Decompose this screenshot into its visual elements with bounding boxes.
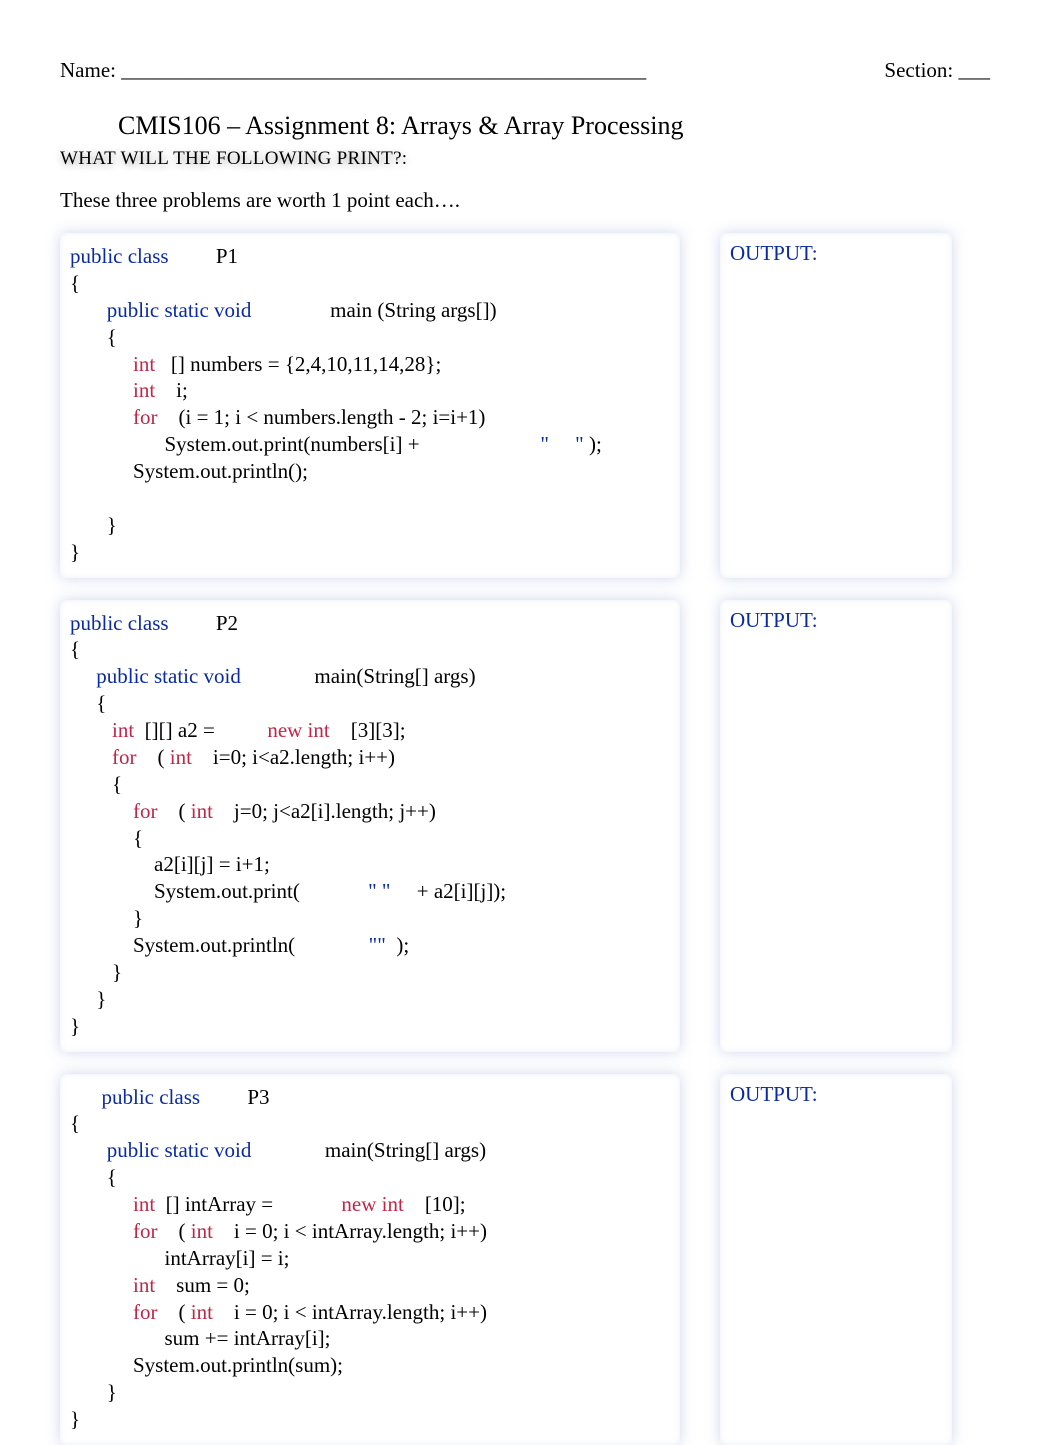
- keyword-int: int: [191, 1300, 213, 1324]
- keyword-int: int: [70, 1192, 155, 1216]
- code-text: P1: [169, 244, 238, 268]
- code-text: (: [158, 1300, 191, 1324]
- output-box-p3: OUTPUT:: [720, 1074, 952, 1445]
- code-text: {: [70, 691, 106, 715]
- code-text: );: [386, 933, 409, 957]
- code-text: (: [137, 745, 170, 769]
- page-subtitle: WHAT WILL THE FOLLOWING PRINT?:: [60, 148, 407, 169]
- problem-2: public class P2 { public static void mai…: [60, 600, 990, 1052]
- keyword-int: int: [170, 745, 192, 769]
- code-text: [3][3];: [330, 718, 406, 742]
- code-text: [][] a2 =: [134, 718, 267, 742]
- code-text: );: [584, 432, 602, 456]
- code-text: System.out.println(sum);: [70, 1353, 343, 1377]
- code-text: intArray[i] = i;: [70, 1246, 289, 1270]
- code-text: System.out.println(: [70, 933, 369, 957]
- keyword-for: for: [70, 799, 158, 823]
- code-text: sum += intArray[i];: [70, 1326, 331, 1350]
- code-text: i;: [155, 378, 188, 402]
- keyword-new-int: new int: [341, 1192, 403, 1216]
- name-field-label: Name: __________________________________…: [60, 58, 646, 83]
- code-text: System.out.print(: [70, 879, 368, 903]
- code-text: }: [70, 1380, 117, 1404]
- code-box-p2: public class P2 { public static void mai…: [60, 600, 680, 1052]
- keyword-for: for: [70, 1219, 158, 1243]
- string-literal: " ": [368, 879, 390, 903]
- keyword-for: for: [70, 1300, 158, 1324]
- code-text: }: [70, 1407, 80, 1431]
- code-text: }: [70, 1014, 80, 1038]
- keyword-int: int: [70, 718, 134, 742]
- code-text: i = 0; i < intArray.length; i++): [213, 1300, 487, 1324]
- keyword-int: int: [191, 799, 213, 823]
- code-text: j=0; j<a2[i].length; j++): [213, 799, 436, 823]
- code-text: main (String args[]): [251, 298, 496, 322]
- code-text: (: [158, 799, 191, 823]
- code-text: {: [70, 325, 117, 349]
- code-text: }: [70, 960, 122, 984]
- output-box-p1: OUTPUT:: [720, 233, 952, 578]
- string-literal: "": [369, 933, 386, 957]
- code-text: P2: [169, 611, 238, 635]
- header-line: Name: __________________________________…: [60, 58, 990, 83]
- code-text: sum = 0;: [155, 1273, 250, 1297]
- intro-text: These three problems are worth 1 point e…: [60, 188, 990, 213]
- keyword-new-int: new int: [267, 718, 329, 742]
- output-label: OUTPUT:: [730, 241, 818, 265]
- code-text: i = 0; i < intArray.length; i++): [213, 1219, 487, 1243]
- code-text: {: [70, 772, 122, 796]
- keyword-public-static-void: public static void: [70, 298, 251, 322]
- code-text: (: [158, 1219, 191, 1243]
- code-text: {: [70, 826, 143, 850]
- code-text: {: [70, 271, 80, 295]
- keyword-int: int: [70, 378, 155, 402]
- string-literal: " ": [540, 432, 583, 456]
- keyword-for: for: [70, 745, 137, 769]
- code-text: [] numbers = {2,4,10,11,14,28};: [155, 352, 441, 376]
- keyword-int: int: [70, 1273, 155, 1297]
- code-text: [10];: [404, 1192, 466, 1216]
- code-text: {: [70, 1111, 80, 1135]
- output-label: OUTPUT:: [730, 608, 818, 632]
- code-text: System.out.println();: [70, 459, 308, 483]
- code-text: }: [70, 987, 106, 1011]
- section-field-label: Section: ___: [884, 58, 990, 83]
- problem-1: public class P1 { public static void mai…: [60, 233, 990, 578]
- keyword-int: int: [191, 1219, 213, 1243]
- code-text: [] intArray =: [155, 1192, 341, 1216]
- code-text: {: [70, 1165, 117, 1189]
- keyword-public-static-void: public static void: [70, 1138, 251, 1162]
- keyword-int: int: [70, 352, 155, 376]
- code-text: main(String[] args): [251, 1138, 486, 1162]
- keyword-public: public class: [70, 611, 169, 635]
- code-text: main(String[] args): [241, 664, 476, 688]
- code-text: a2[i][j] = i+1;: [70, 852, 270, 876]
- code-box-p1: public class P1 { public static void mai…: [60, 233, 680, 578]
- keyword-public-static-void: public static void: [70, 664, 241, 688]
- code-text: }: [70, 540, 80, 564]
- code-text: }: [70, 906, 143, 930]
- output-label: OUTPUT:: [730, 1082, 818, 1106]
- code-text: }: [70, 513, 117, 537]
- code-text: i=0; i<a2.length; i++): [192, 745, 395, 769]
- code-text: (i = 1; i < numbers.length - 2; i=i+1): [158, 405, 486, 429]
- page-title: CMIS106 – Assignment 8: Arrays & Array P…: [118, 111, 990, 141]
- code-text: {: [70, 637, 80, 661]
- output-box-p2: OUTPUT:: [720, 600, 952, 1052]
- code-text: + a2[i][j]);: [391, 879, 507, 903]
- code-box-p3: public class P3 { public static void mai…: [60, 1074, 680, 1445]
- keyword-public: public class: [70, 1085, 200, 1109]
- keyword-public: public class: [70, 244, 169, 268]
- code-text: P3: [200, 1085, 269, 1109]
- problem-3: public class P3 { public static void mai…: [60, 1074, 990, 1445]
- keyword-for: for: [70, 405, 158, 429]
- code-text: System.out.print(numbers[i] +: [70, 432, 540, 456]
